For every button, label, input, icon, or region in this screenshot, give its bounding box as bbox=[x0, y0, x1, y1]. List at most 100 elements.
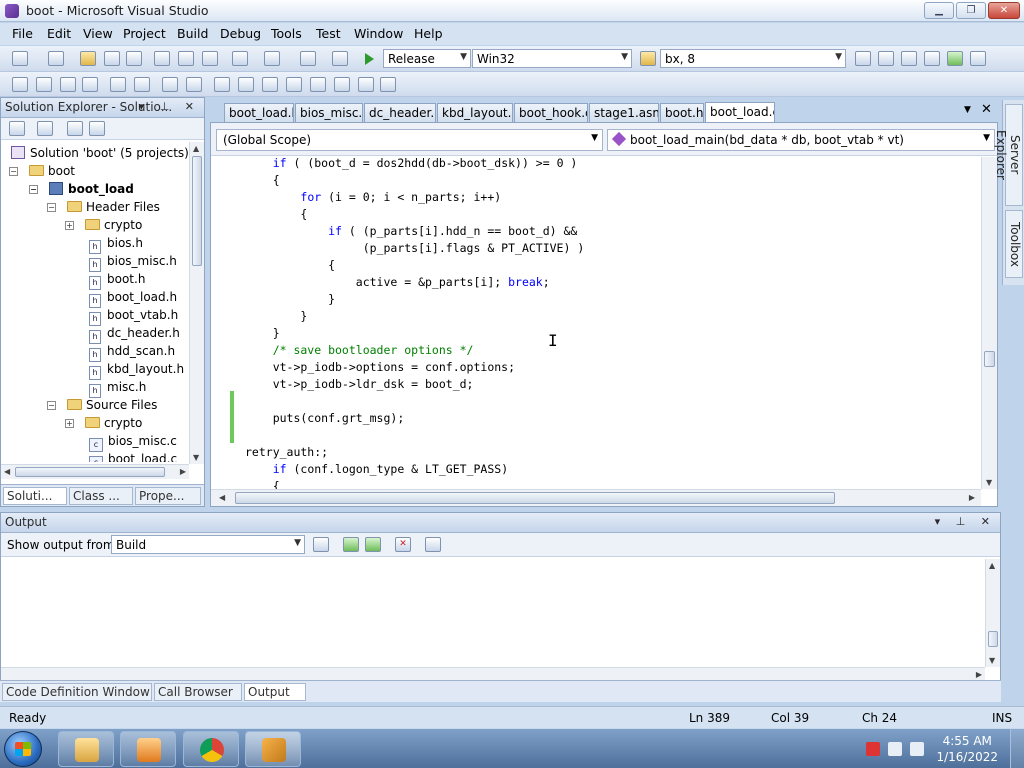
toggle-word-wrap-icon[interactable] bbox=[425, 537, 441, 552]
scroll-left-icon[interactable]: ◀ bbox=[219, 493, 225, 502]
menu-help[interactable]: Help bbox=[414, 26, 443, 41]
tab-toolbox[interactable]: Toolbox bbox=[1005, 210, 1023, 278]
tree-item-crypto-sources[interactable]: + crypto bbox=[65, 414, 142, 432]
scroll-up-icon[interactable]: ▲ bbox=[193, 144, 199, 153]
solution-vertical-scrollbar[interactable]: ▲ ▼ bbox=[189, 142, 204, 464]
tree-item-solution[interactable]: Solution 'boot' (5 projects) bbox=[11, 144, 189, 162]
tab-solution-explorer[interactable]: Soluti... bbox=[3, 487, 67, 505]
menu-project[interactable]: Project bbox=[123, 26, 166, 41]
decrease-indent-icon[interactable] bbox=[110, 77, 126, 92]
expand-icon[interactable]: + bbox=[65, 221, 74, 230]
scroll-down-icon[interactable]: ▼ bbox=[989, 656, 995, 665]
properties-icon[interactable] bbox=[9, 121, 25, 136]
taskbar-chrome[interactable] bbox=[183, 731, 239, 767]
menu-edit[interactable]: Edit bbox=[47, 26, 71, 41]
tab-stage1-asm[interactable]: stage1.asm bbox=[589, 103, 659, 122]
code-area[interactable]: if ( (boot_d = dos2hdd(db->boot_dsk)) >=… bbox=[211, 157, 981, 489]
tree-item-dc-header-h[interactable]: h dc_header.h bbox=[89, 324, 180, 344]
start-button[interactable] bbox=[4, 731, 42, 767]
command-window-icon[interactable] bbox=[970, 51, 986, 66]
tree-item-boot-vtab-h[interactable]: h boot_vtab.h bbox=[89, 306, 178, 326]
tab-boot-load-c[interactable]: boot_load.c bbox=[705, 102, 775, 122]
output-source-combo[interactable]: Build ▼ bbox=[111, 535, 305, 554]
close-tab-icon[interactable]: ✕ bbox=[981, 102, 992, 117]
tree-item-crypto-headers[interactable]: + crypto bbox=[65, 216, 142, 234]
scroll-right-icon[interactable]: ▶ bbox=[180, 467, 186, 476]
class-diagram-icon[interactable] bbox=[89, 121, 105, 136]
show-all-files-icon[interactable] bbox=[37, 121, 53, 136]
active-files-dropdown-icon[interactable]: ▼ bbox=[964, 105, 971, 115]
tab-output[interactable]: Output bbox=[244, 683, 306, 701]
display-word-completion-icon[interactable] bbox=[82, 77, 98, 92]
next-bookmark-document-icon[interactable] bbox=[358, 77, 374, 92]
go-to-next-message-icon[interactable] bbox=[365, 537, 381, 552]
scrollbar-thumb[interactable] bbox=[988, 631, 998, 647]
uncomment-icon[interactable] bbox=[186, 77, 202, 92]
display-quick-info-icon[interactable] bbox=[60, 77, 76, 92]
solution-horizontal-scrollbar[interactable]: ◀ ▶ bbox=[1, 464, 189, 479]
output-vertical-scrollbar[interactable]: ▲ ▼ bbox=[985, 559, 1000, 667]
tab-boot-h[interactable]: boot.h bbox=[660, 103, 704, 122]
scroll-down-icon[interactable]: ▼ bbox=[193, 453, 199, 462]
clock[interactable]: 4:55 AM 1/16/2022 bbox=[936, 733, 998, 765]
menu-debug[interactable]: Debug bbox=[220, 26, 261, 41]
tree-item-kbd-layout-h[interactable]: h kbd_layout.h bbox=[89, 360, 184, 380]
find-in-files-icon[interactable] bbox=[640, 51, 656, 66]
add-project-icon[interactable] bbox=[12, 51, 28, 66]
tree-item-boot[interactable]: − boot bbox=[9, 162, 75, 180]
menu-test[interactable]: Test bbox=[316, 26, 341, 41]
scrollbar-thumb[interactable] bbox=[235, 492, 835, 504]
collapse-icon[interactable]: − bbox=[29, 185, 38, 194]
save-icon[interactable] bbox=[104, 51, 120, 66]
navigate-forward-icon[interactable] bbox=[332, 51, 348, 66]
collapse-icon[interactable]: − bbox=[9, 167, 18, 176]
taskbar-visual-studio[interactable] bbox=[245, 731, 301, 767]
action-center-icon[interactable] bbox=[866, 742, 880, 756]
undo-icon[interactable] bbox=[232, 51, 248, 66]
solution-explorer-icon[interactable] bbox=[855, 51, 871, 66]
solution-configuration-combo[interactable]: Release ▼ bbox=[383, 49, 471, 68]
tab-call-browser[interactable]: Call Browser bbox=[154, 683, 242, 701]
scroll-right-icon[interactable]: ▶ bbox=[976, 670, 982, 679]
navigate-backward-icon[interactable] bbox=[300, 51, 316, 66]
scroll-up-icon[interactable]: ▲ bbox=[989, 561, 995, 570]
output-horizontal-scrollbar[interactable]: ▶ bbox=[1, 667, 985, 681]
tree-item-misc-h[interactable]: h misc.h bbox=[89, 378, 146, 398]
expand-icon[interactable]: + bbox=[65, 419, 74, 428]
tab-boot-load-h[interactable]: boot_load.h bbox=[224, 103, 294, 122]
tree-item-boot-load-c[interactable]: c boot_load.c bbox=[89, 450, 177, 462]
previous-bookmark-document-icon[interactable] bbox=[334, 77, 350, 92]
taskbar-explorer[interactable] bbox=[58, 731, 114, 767]
scroll-down-icon[interactable]: ▼ bbox=[986, 478, 992, 487]
function-combo[interactable]: boot_load_main(bd_data * db, boot_vtab *… bbox=[607, 129, 995, 151]
tree-item-hdd-scan-h[interactable]: h hdd_scan.h bbox=[89, 342, 175, 362]
volume-icon[interactable] bbox=[910, 742, 924, 756]
add-item-icon[interactable] bbox=[48, 51, 64, 66]
object-browser-icon[interactable] bbox=[901, 51, 917, 66]
tree-item-source-files[interactable]: − Source Files bbox=[47, 396, 157, 414]
redo-icon[interactable] bbox=[264, 51, 280, 66]
scope-combo[interactable]: (Global Scope) ▼ bbox=[216, 129, 603, 151]
save-all-icon[interactable] bbox=[126, 51, 142, 66]
toolbox-icon[interactable] bbox=[924, 51, 940, 66]
editor-horizontal-scrollbar[interactable]: ◀ ▶ bbox=[211, 489, 981, 506]
tree-item-boot-h[interactable]: h boot.h bbox=[89, 270, 145, 290]
tree-item-bios-misc-c[interactable]: c bios_misc.c bbox=[89, 432, 177, 452]
menu-tools[interactable]: Tools bbox=[271, 26, 302, 41]
network-icon[interactable] bbox=[888, 742, 902, 756]
menu-view[interactable]: View bbox=[83, 26, 113, 41]
display-object-member-list-icon[interactable] bbox=[12, 77, 28, 92]
increase-indent-icon[interactable] bbox=[134, 77, 150, 92]
toggle-bookmark-icon[interactable] bbox=[214, 77, 230, 92]
menu-file[interactable]: File bbox=[12, 26, 33, 41]
tab-dc-header-c[interactable]: dc_header.c bbox=[364, 103, 436, 122]
scroll-right-icon[interactable]: ▶ bbox=[969, 493, 975, 502]
find-message-icon[interactable] bbox=[313, 537, 329, 552]
menu-build[interactable]: Build bbox=[177, 26, 208, 41]
find-combo[interactable]: bx, 8 ▼ bbox=[660, 49, 846, 68]
tab-code-definition-window[interactable]: Code Definition Window bbox=[2, 683, 152, 701]
start-page-icon[interactable] bbox=[947, 51, 963, 66]
previous-bookmark-icon[interactable] bbox=[238, 77, 254, 92]
tree-item-boot-load-h[interactable]: h boot_load.h bbox=[89, 288, 177, 308]
panel-header-buttons[interactable]: ▾ ⊥ ✕ bbox=[935, 515, 996, 528]
